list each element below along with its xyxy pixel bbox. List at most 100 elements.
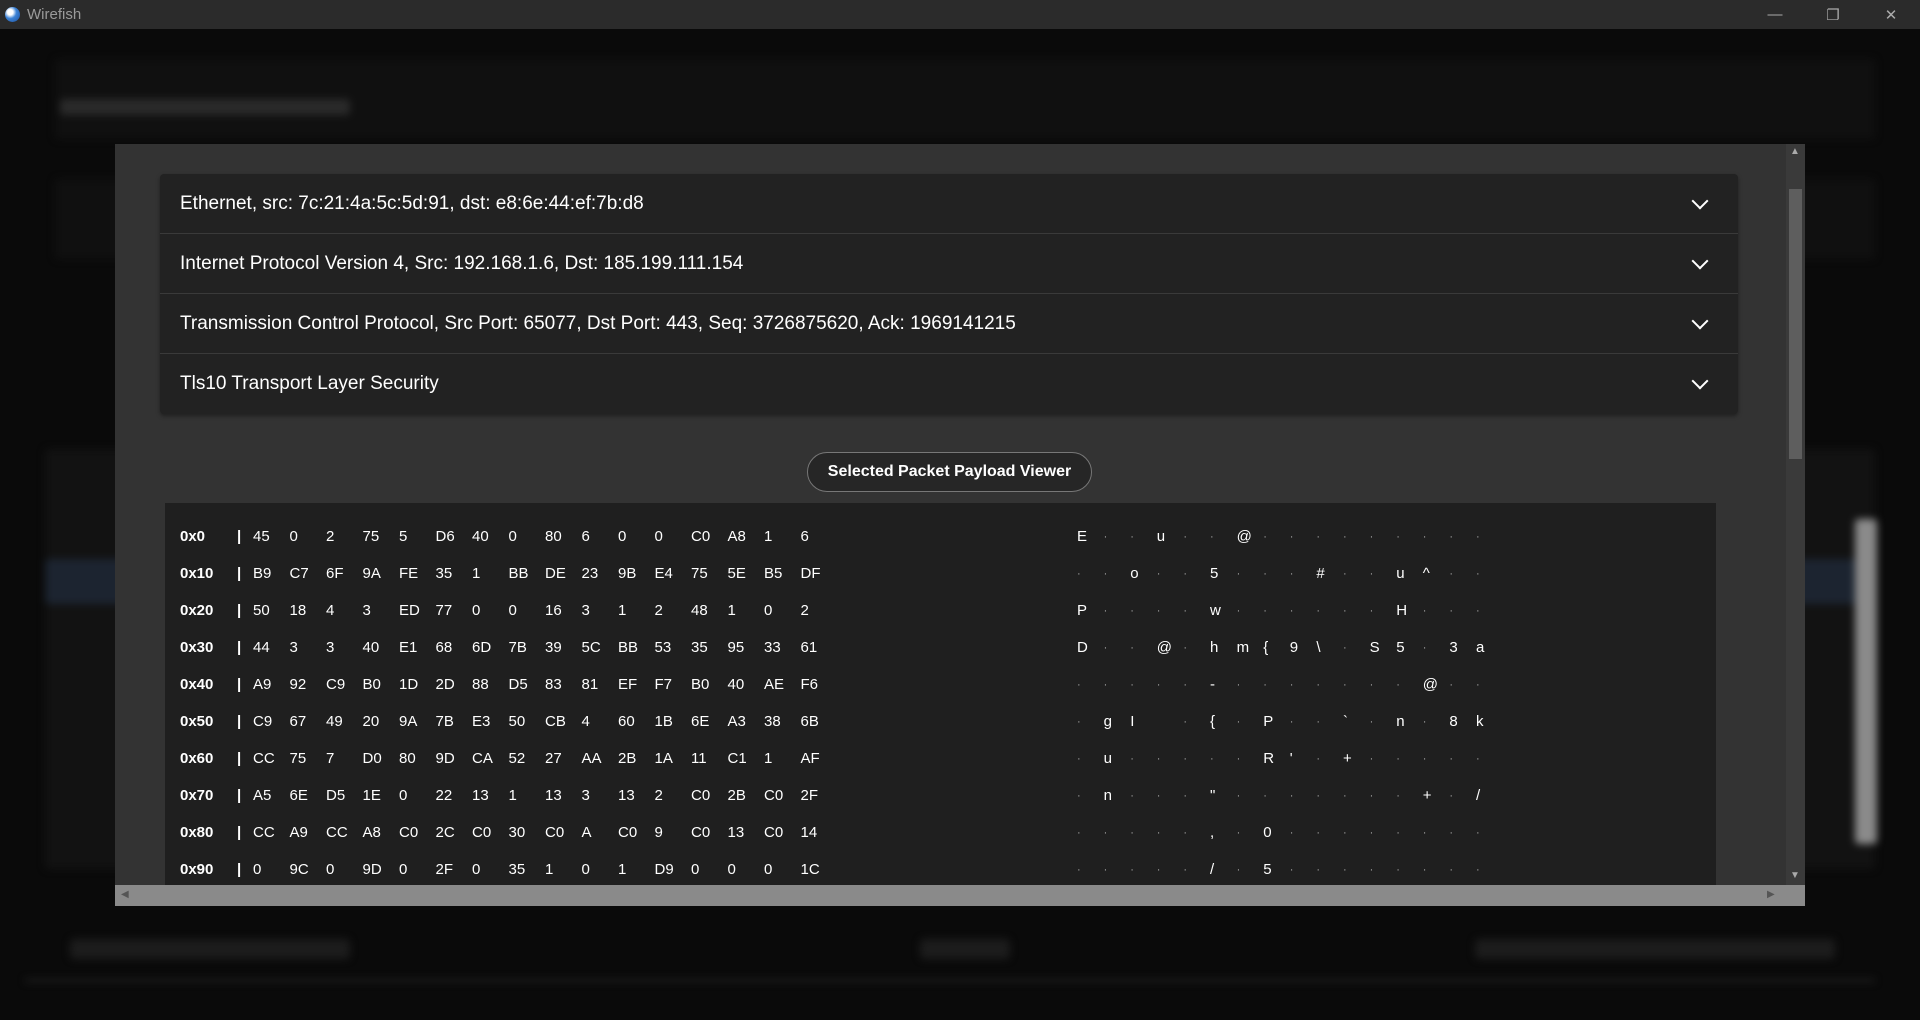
hex-byte: 13 bbox=[618, 787, 635, 804]
ascii-char: · bbox=[1343, 605, 1347, 617]
ascii-char: { bbox=[1210, 713, 1216, 730]
ascii-char: · bbox=[1077, 753, 1081, 765]
ascii-char: · bbox=[1343, 531, 1347, 543]
accordion-ipv4[interactable]: Internet Protocol Version 4, Src: 192.16… bbox=[160, 234, 1738, 294]
ascii-char: · bbox=[1449, 790, 1454, 802]
ascii-char: · bbox=[1263, 531, 1267, 543]
hex-byte: 4 bbox=[581, 713, 590, 730]
hex-offset: 0x40 bbox=[180, 676, 214, 693]
ascii-char: · bbox=[1476, 827, 1480, 839]
hex-byte: A5 bbox=[253, 787, 272, 804]
hex-byte: BB bbox=[618, 639, 639, 656]
minimize-button[interactable]: — bbox=[1746, 0, 1804, 29]
scroll-up-icon[interactable]: ▲ bbox=[1790, 146, 1800, 157]
ascii-char: u bbox=[1103, 750, 1112, 767]
hex-byte: 27 bbox=[545, 750, 562, 767]
payload-viewer-button[interactable]: Selected Packet Payload Viewer bbox=[807, 452, 1092, 492]
hex-byte: 9 bbox=[654, 824, 663, 841]
hex-byte: C0 bbox=[618, 824, 638, 841]
ascii-char: · bbox=[1289, 716, 1294, 728]
ascii-char: { bbox=[1263, 639, 1269, 656]
accordion-tls[interactable]: Tls10 Transport Layer Security bbox=[160, 354, 1738, 414]
hex-row: 0x50 | C9 67 49 20 9A 7B E3 50 CB 4 60 1B 6E A3 38 6B · g I … bbox=[165, 713, 1716, 733]
accordion-ethernet[interactable]: Ethernet, src: 7c:21:4a:5c:5d:91, dst: e… bbox=[160, 174, 1738, 234]
hex-byte: 0 bbox=[399, 861, 408, 878]
hex-byte: 3 bbox=[326, 639, 335, 656]
accordion-tcp[interactable]: Transmission Control Protocol, Src Port:… bbox=[160, 294, 1738, 354]
hex-offset: 0x60 bbox=[180, 750, 214, 767]
ascii-char: · bbox=[1316, 790, 1321, 802]
ascii-char: · bbox=[1077, 568, 1081, 580]
ascii-char: · bbox=[1422, 716, 1427, 728]
ascii-char: · bbox=[1369, 827, 1374, 839]
ascii-char: · bbox=[1449, 568, 1454, 580]
ascii-char: · bbox=[1343, 790, 1347, 802]
ascii-char: o bbox=[1130, 565, 1139, 582]
hex-row: 0x30 | 44 3 3 40 E1 68 6D 7B 39 5C BB 53 35 95 33 61 D · · @ ·… bbox=[165, 639, 1716, 659]
ascii-char: · bbox=[1289, 827, 1294, 839]
hex-byte: 35 bbox=[691, 639, 708, 656]
ascii-char: · bbox=[1396, 790, 1400, 802]
app-title: Wirefish bbox=[27, 6, 82, 23]
vertical-scrollbar[interactable]: ▲ ▼ bbox=[1786, 144, 1805, 885]
ascii-char: · bbox=[1289, 568, 1294, 580]
hex-byte: 75 bbox=[289, 750, 307, 767]
scroll-left-icon[interactable]: ◀ bbox=[121, 889, 129, 900]
ascii-char: · bbox=[1396, 753, 1400, 765]
ascii-char: · bbox=[1130, 790, 1134, 802]
scroll-down-icon[interactable]: ▼ bbox=[1790, 870, 1800, 881]
hex-row: 0x20 | 50 18 4 3 ED 77 0 0 16 3 1 2 48 1 0 2 P · · · · w · · · · · · H… bbox=[165, 602, 1716, 622]
ascii-char: · bbox=[1343, 568, 1347, 580]
hex-byte: C0 bbox=[691, 528, 711, 545]
scrollbar-thumb[interactable] bbox=[1789, 189, 1802, 459]
accordion-label: Internet Protocol Version 4, Src: 192.16… bbox=[180, 252, 744, 274]
hex-byte: 75 bbox=[691, 565, 708, 582]
ascii-char: · bbox=[1103, 642, 1108, 654]
hex-byte: D6 bbox=[435, 528, 455, 545]
close-button[interactable]: ✕ bbox=[1862, 0, 1920, 29]
hex-byte: 0 bbox=[618, 528, 627, 545]
ascii-char: · bbox=[1396, 827, 1400, 839]
hex-byte: 13 bbox=[472, 787, 489, 804]
ascii-char: · bbox=[1103, 531, 1108, 543]
ascii-char: 5 bbox=[1210, 565, 1219, 582]
hex-byte: 1B bbox=[654, 713, 673, 730]
packet-details-modal: Ethernet, src: 7c:21:4a:5c:5d:91, dst: e… bbox=[115, 144, 1805, 906]
maximize-button[interactable]: ❐ bbox=[1804, 0, 1862, 29]
ascii-char: I bbox=[1130, 713, 1135, 730]
ascii-char: · bbox=[1343, 827, 1347, 839]
ascii-char: \ bbox=[1316, 639, 1321, 656]
hex-byte: ED bbox=[399, 602, 420, 619]
hex-byte: 1D bbox=[399, 676, 419, 693]
accordion-label: Tls10 Transport Layer Security bbox=[180, 373, 439, 394]
hex-byte: 49 bbox=[326, 713, 343, 730]
ascii-char: n bbox=[1103, 787, 1112, 804]
hex-byte: 0 bbox=[727, 861, 736, 878]
ascii-char: · bbox=[1449, 679, 1454, 691]
hex-byte: 30 bbox=[508, 824, 526, 841]
ascii-char: · bbox=[1236, 864, 1241, 876]
hex-offset: 0x20 bbox=[180, 602, 214, 619]
hex-byte: AF bbox=[800, 750, 820, 767]
ascii-char: · bbox=[1156, 568, 1161, 580]
ascii-char: · bbox=[1183, 531, 1188, 543]
hex-offset: 0x80 bbox=[180, 824, 214, 841]
hex-byte: E3 bbox=[472, 713, 491, 730]
hex-byte: 0 bbox=[399, 787, 408, 804]
ascii-char: · bbox=[1289, 605, 1294, 617]
title-bar: Wirefish — ❐ ✕ bbox=[0, 0, 1920, 29]
hex-byte: 3 bbox=[581, 787, 590, 804]
ascii-char: · bbox=[1236, 827, 1241, 839]
hex-byte: 2B bbox=[727, 787, 746, 804]
hex-byte: A8 bbox=[362, 824, 381, 841]
scroll-right-icon[interactable]: ▶ bbox=[1767, 889, 1775, 900]
hex-byte: 40 bbox=[362, 639, 380, 656]
ascii-char: · bbox=[1316, 605, 1321, 617]
hex-byte: 35 bbox=[435, 565, 453, 582]
horizontal-scrollbar[interactable]: ◀ ▶ bbox=[115, 885, 1805, 906]
ascii-char: · bbox=[1130, 753, 1134, 765]
hex-byte: 1 bbox=[764, 528, 773, 545]
ascii-char: · bbox=[1236, 568, 1241, 580]
separator: | bbox=[237, 787, 242, 804]
ascii-char: · bbox=[1449, 827, 1454, 839]
